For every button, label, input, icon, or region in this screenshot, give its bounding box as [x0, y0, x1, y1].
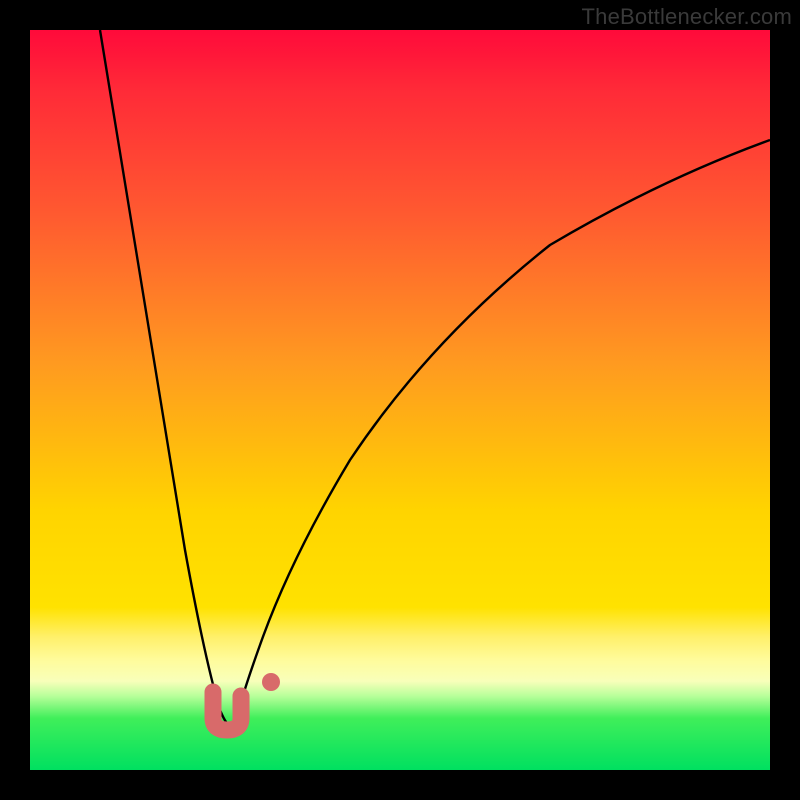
curve-layer: [30, 30, 770, 770]
marker-dot: [262, 673, 280, 691]
marker-u-blob: [213, 692, 241, 730]
curve-left-branch: [100, 30, 228, 724]
watermark-text: TheBottlenecker.com: [582, 4, 792, 30]
plot-area: [30, 30, 770, 770]
plot-frame: TheBottlenecker.com: [0, 0, 800, 800]
curve-right-branch: [235, 140, 770, 724]
